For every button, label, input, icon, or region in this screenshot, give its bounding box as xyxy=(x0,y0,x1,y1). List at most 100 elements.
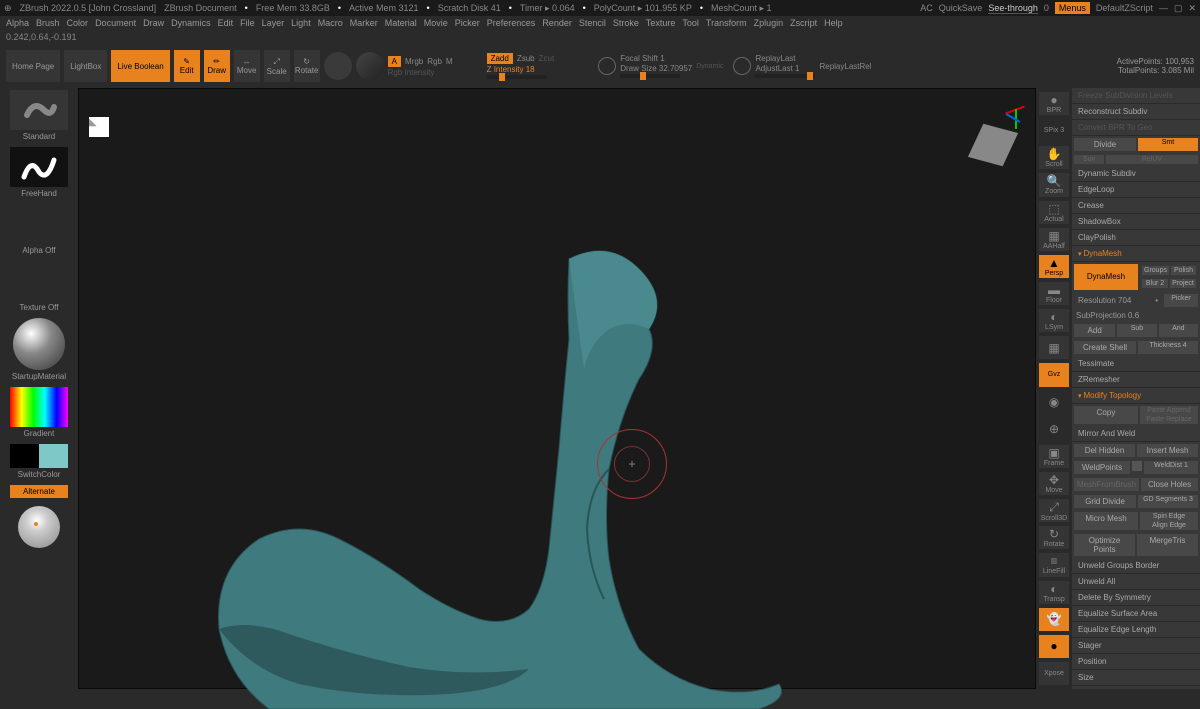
modify-topology-section[interactable]: Modify Topology xyxy=(1072,388,1200,404)
menu-item[interactable]: Macro xyxy=(316,18,345,28)
subprojection-slider[interactable]: SubProjection 0.6 xyxy=(1072,309,1200,322)
aahalf-button[interactable]: ▦AAHalf xyxy=(1039,228,1069,251)
home-button[interactable]: Home Page xyxy=(6,50,60,82)
liveboolean-button[interactable]: Live Boolean xyxy=(111,50,169,82)
menu-item[interactable]: File xyxy=(238,18,257,28)
view-cube[interactable] xyxy=(965,117,1021,173)
resolution-slider[interactable]: Resolution 704• xyxy=(1074,294,1162,307)
mirror-weld[interactable]: Mirror And Weld xyxy=(1072,426,1200,442)
seethrough-slider[interactable]: See-through xyxy=(988,3,1038,14)
texture-thumbnail[interactable] xyxy=(10,261,68,301)
convert-bpr[interactable]: Convert BPR To Geo xyxy=(1072,120,1200,136)
stroke-thumbnail[interactable] xyxy=(10,147,68,187)
create-shell[interactable]: Create Shell xyxy=(1074,341,1136,354)
dynamic-label[interactable]: Dynamic xyxy=(696,63,723,70)
zsub-label[interactable]: Zsub xyxy=(517,54,535,63)
tessimate[interactable]: Tessimate xyxy=(1072,356,1200,372)
menu-item[interactable]: Color xyxy=(65,18,91,28)
focal-shift[interactable]: Focal Shift 1 xyxy=(620,54,692,63)
menu-item[interactable]: Stencil xyxy=(577,18,608,28)
replay-last-rel[interactable]: ReplayLastRel xyxy=(819,62,871,71)
actual-button[interactable]: ⬚Actual xyxy=(1039,201,1069,224)
menu-item[interactable]: Marker xyxy=(348,18,380,28)
alpha-thumbnail[interactable] xyxy=(10,204,68,244)
menu-item[interactable]: Layer xyxy=(260,18,287,28)
dynamesh-section[interactable]: DynaMesh xyxy=(1072,246,1200,262)
color-picker[interactable] xyxy=(10,387,68,427)
menu-item[interactable]: Texture xyxy=(644,18,678,28)
menu-item[interactable]: Dynamics xyxy=(169,18,213,28)
transp-button[interactable]: ◐Transp xyxy=(1039,581,1069,604)
material-ball[interactable] xyxy=(13,318,65,370)
persp-button[interactable]: ▲Persp xyxy=(1039,255,1069,278)
floor-button[interactable]: ▬Floor xyxy=(1039,282,1069,305)
menu-item[interactable]: Alpha xyxy=(4,18,31,28)
material-preview-icon[interactable] xyxy=(324,52,352,80)
rotate-button[interactable]: ↻Rotate xyxy=(294,50,320,82)
scroll3d-button[interactable]: ⤢Scroll3D xyxy=(1039,499,1069,522)
edgeloop[interactable]: EdgeLoop xyxy=(1072,182,1200,198)
z-intensity-slider[interactable] xyxy=(487,75,547,79)
menu-item[interactable]: Material xyxy=(383,18,419,28)
menus-toggle[interactable]: Menus xyxy=(1055,2,1090,14)
menu-item[interactable]: Draw xyxy=(141,18,166,28)
adjust-last[interactable]: AdjustLast 1 xyxy=(755,64,815,73)
menu-item[interactable]: Edit xyxy=(216,18,236,28)
move3d-button[interactable]: ✥Move xyxy=(1039,472,1069,495)
alternate-button[interactable]: Alternate xyxy=(10,485,68,498)
close-icon[interactable]: ✕ xyxy=(1188,3,1196,14)
zcut-label[interactable]: Zcut xyxy=(539,54,555,63)
menu-item[interactable]: Zscript xyxy=(788,18,819,28)
ghost-button[interactable]: 👻 xyxy=(1039,608,1069,631)
reconstruct-subdiv[interactable]: Reconstruct Subdiv xyxy=(1072,104,1200,120)
mrgb-label[interactable]: Mrgb xyxy=(405,57,423,66)
frame-button[interactable]: ▣Frame xyxy=(1039,445,1069,468)
add-button[interactable]: Add xyxy=(1074,324,1115,337)
menu-item[interactable]: Movie xyxy=(422,18,450,28)
reluv-button[interactable]: RelUV xyxy=(1106,155,1198,164)
zremesher[interactable]: ZRemesher xyxy=(1072,372,1200,388)
scale-button[interactable]: ⤢Scale xyxy=(264,50,290,82)
quicksave-button[interactable]: QuickSave xyxy=(939,3,983,13)
menu-item[interactable]: Tool xyxy=(680,18,701,28)
move-button[interactable]: ↔Move xyxy=(234,50,260,82)
xpose-button[interactable]: ⊕ xyxy=(1039,418,1069,441)
scroll-button[interactable]: ✋Scroll xyxy=(1039,146,1069,169)
mrgb-a[interactable]: A xyxy=(388,56,401,67)
rgb-label[interactable]: Rgb xyxy=(427,57,442,66)
crease[interactable]: Crease xyxy=(1072,198,1200,214)
solo2-button[interactable]: ● xyxy=(1039,635,1069,658)
menu-item[interactable]: Zplugin xyxy=(752,18,786,28)
gvz-button[interactable]: Gvz xyxy=(1039,363,1069,386)
divide-button[interactable]: Divide xyxy=(1074,138,1136,151)
drawsize-slider[interactable] xyxy=(620,74,680,78)
brush-thumbnail[interactable] xyxy=(10,90,68,130)
draw-button[interactable]: ✏Draw xyxy=(204,50,230,82)
adjust-slider[interactable] xyxy=(755,74,815,78)
draw-size[interactable]: Draw Size 32.70957 xyxy=(620,64,692,73)
light-ball[interactable] xyxy=(18,506,60,548)
polyframe-button[interactable]: ▦ xyxy=(1039,336,1069,359)
zadd-button[interactable]: Zadd xyxy=(487,53,513,64)
menu-item[interactable]: Brush xyxy=(34,18,62,28)
gradient-preview-icon[interactable] xyxy=(356,52,384,80)
dynamesh-button[interactable]: DynaMesh xyxy=(1074,264,1138,290)
claypolish[interactable]: ClayPolish xyxy=(1072,230,1200,246)
menu-item[interactable]: Stroke xyxy=(611,18,641,28)
replay-last[interactable]: ReplayLast xyxy=(755,54,815,63)
spix-button[interactable]: SPix 3 xyxy=(1039,119,1069,142)
menu-item[interactable]: Light xyxy=(289,18,313,28)
zoom-button[interactable]: 🔍Zoom xyxy=(1039,173,1069,196)
smt-button[interactable]: Smt xyxy=(1138,138,1198,151)
menu-item[interactable]: Document xyxy=(93,18,138,28)
menu-item[interactable]: Preferences xyxy=(485,18,538,28)
copy-button[interactable]: Copy xyxy=(1074,406,1138,424)
dynamic-subdiv[interactable]: Dynamic Subdiv xyxy=(1072,166,1200,182)
shadowbox[interactable]: ShadowBox xyxy=(1072,214,1200,230)
color-swatches[interactable] xyxy=(10,444,68,468)
menu-item[interactable]: Help xyxy=(822,18,845,28)
freeze-subdiv[interactable]: Freeze SubDivision Levels xyxy=(1072,88,1200,104)
edit-button[interactable]: ✎Edit xyxy=(174,50,200,82)
solo-button[interactable]: ◉ xyxy=(1039,391,1069,414)
linefill-button[interactable]: ≡LineFill xyxy=(1039,553,1069,576)
